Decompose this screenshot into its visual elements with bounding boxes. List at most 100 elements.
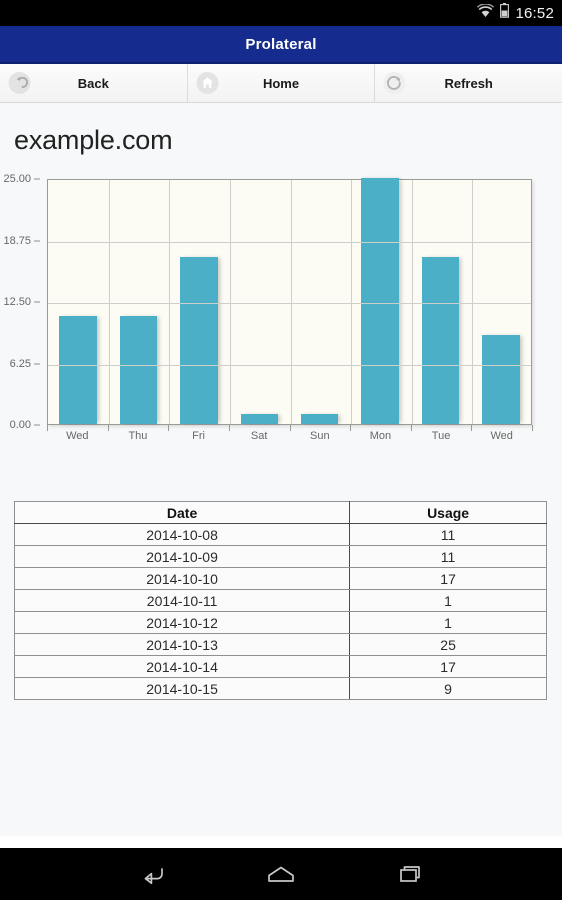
table-row: 2014-10-08 11 [13,523,547,546]
chart-x-tick [410,425,412,431]
chart-plot-area [47,178,532,425]
chart-x-tick-label: Wed [66,430,89,442]
app-toolbar: Back Home Refresh [0,64,562,103]
refresh-button[interactable]: Refresh [375,64,562,102]
cell-date: 2014-10-14 [13,655,351,678]
cell-date: 2014-10-09 [13,545,351,568]
android-recents-icon[interactable] [385,857,433,891]
cell-date: 2014-10-11 [13,589,351,612]
chart-x-tick-label: Thu [128,430,148,442]
cell-date: 2014-10-10 [13,567,351,590]
chart-gridline-vertical [108,180,110,424]
chart-y-tick [34,178,40,180]
cell-date: 2014-10-13 [13,633,351,656]
chart-y-tick-label: 0.00 [9,419,31,431]
status-clock: 16:52 [515,4,554,22]
chart-bar-slot [290,180,350,424]
chart-bar [59,315,97,424]
chart-x-tick-label: Tue [431,430,451,442]
main-content: example.com 0.00 6.25 12.50 18.75 25.00 Wed T… [0,103,562,836]
chart-bar [180,256,218,424]
table-body: 2014-10-08 11 2014-10-09 11 2014-10-10 17 2014… [13,523,547,700]
chart-x-tick [532,425,533,431]
chart-x-tick-label: Fri [192,430,205,442]
cell-usage: 17 [349,567,547,590]
chart-x-tick [168,425,170,431]
table-row: 2014-10-12 1 [13,611,547,634]
chart-bar-slot [410,180,470,424]
chart-bar [119,315,158,424]
cell-usage: 11 [349,545,547,568]
chart-y-tick-label: 25.00 [3,173,31,185]
table-row: 2014-10-11 1 [13,589,547,612]
chart-x-tick-label: Mon [369,430,392,442]
chart-y-tick-label: 18.75 [3,234,31,247]
chart-bar-slot [229,180,289,424]
cell-date: 2014-10-15 [13,677,351,700]
chart-gridline-vertical [169,180,171,424]
battery-icon [500,3,510,23]
home-icon [196,72,219,95]
chart-y-axis: 0.00 6.25 12.50 18.75 25.00 [0,173,40,431]
table-row: 2014-10-14 17 [13,655,547,678]
chart-x-tick [471,425,473,431]
domain-heading: example.com [14,125,173,155]
app-title-bar: Prolateral [0,26,562,64]
cell-usage: 1 [349,589,547,612]
chart-x-tick [289,425,291,431]
chart-bars [48,178,531,424]
cell-usage: 9 [349,677,547,700]
chart-bar [421,256,460,424]
chart-x-tick-label: Sun [310,430,330,442]
table-row: 2014-10-10 17 [13,567,547,590]
android-nav-bar [0,848,562,900]
android-home-icon[interactable] [257,857,305,891]
chart-bar [482,335,520,424]
column-header-usage: Usage [349,501,547,524]
chart-y-tick [34,240,40,241]
chart-bar [361,178,399,424]
android-status-bar: 16:52 [0,0,562,26]
table-header-row: Date Usage [13,501,547,524]
chart-gridline-horizontal [48,303,531,304]
table-header: Date Usage [13,501,547,524]
android-back-icon[interactable] [129,857,177,891]
chart-y-tick [34,301,40,303]
chart-x-tick [228,425,230,431]
chart-x-tick [47,425,48,431]
chart-gridline-vertical [411,180,413,424]
chart-gridline-vertical [351,180,353,424]
home-button[interactable]: Home [187,64,376,102]
usage-table: Date Usage 2014-10-08 11 2014-10-09 11 2014-… [13,501,547,700]
chart-bar [300,414,339,424]
chart-bar-slot [108,180,168,424]
chart-x-tick-label: Sat [250,430,268,442]
cell-usage: 1 [349,611,547,634]
chart-bar-slot [169,180,229,424]
cell-date: 2014-10-08 [13,523,351,546]
wifi-icon [477,2,495,23]
chart-gridline-vertical [290,180,292,424]
back-button[interactable]: Back [0,64,188,102]
cell-usage: 11 [349,523,547,546]
column-header-date: Date [13,501,351,524]
chart-gridline-vertical [472,180,474,424]
chart-y-tick [34,363,40,364]
table-row: 2014-10-13 25 [13,633,547,656]
chart-x-axis: Wed Thu Fri Sat Sun Mon Tue Wed [47,430,532,442]
chart-x-tick [350,425,352,431]
cell-usage: 25 [349,633,547,656]
refresh-icon [383,72,406,95]
chart-bar [240,414,279,424]
chart-bar-slot [471,180,531,424]
cell-usage: 17 [349,655,547,678]
chart-gridline-horizontal [48,364,531,366]
chart-y-tick-label: 12.50 [3,296,31,308]
status-icon-group [477,2,510,23]
chart-x-tick-label: Wed [490,430,513,442]
chart-y-tick [34,424,40,426]
chart-gridline-horizontal [48,241,531,243]
table-row: 2014-10-15 9 [13,677,547,700]
chart-x-tick [107,425,109,431]
table-row: 2014-10-09 11 [13,545,547,568]
